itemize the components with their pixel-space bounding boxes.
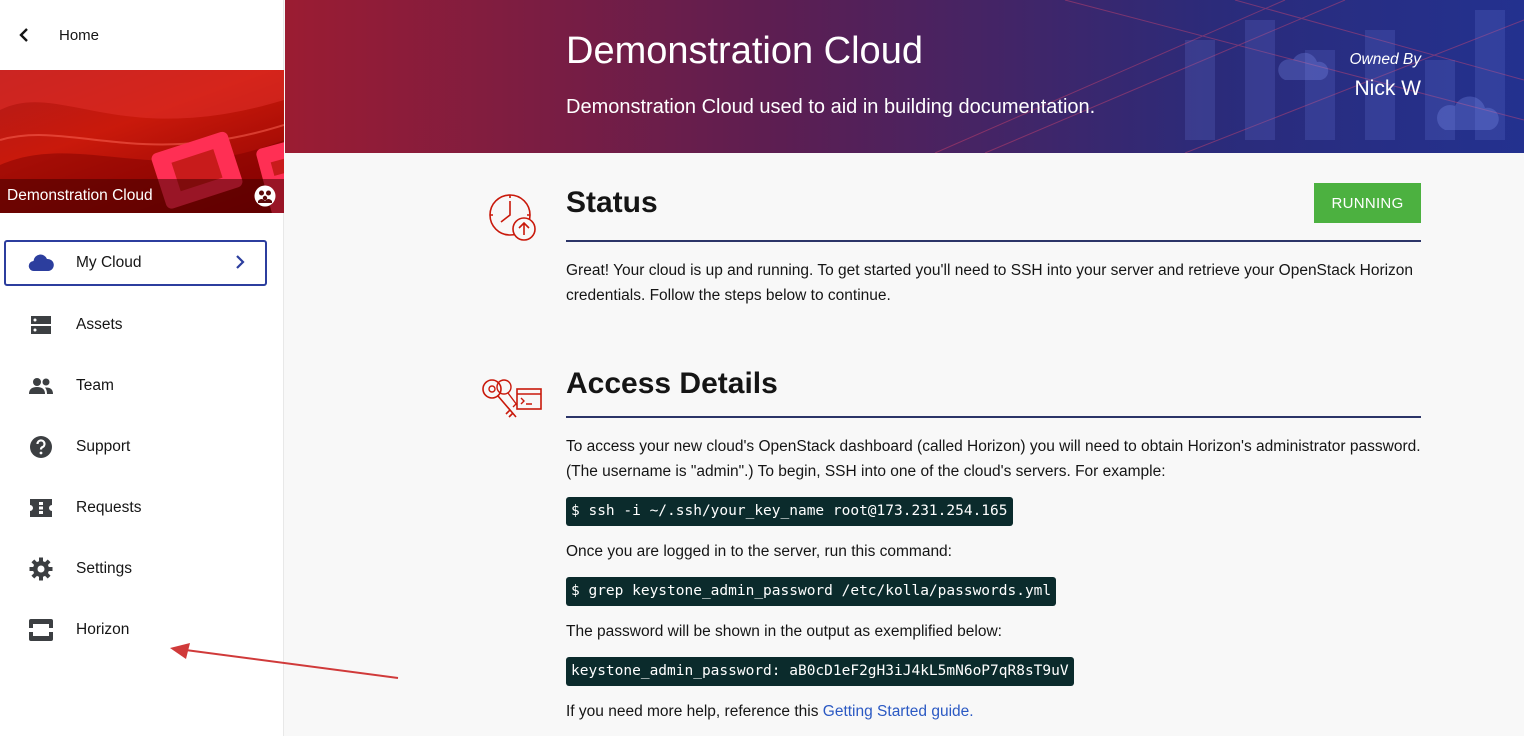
step2-text: Once you are logged in to the server, ru… (566, 543, 952, 560)
access-intro: To access your new cloud's OpenStack das… (566, 438, 1421, 480)
sidebar-nav: My Cloud Assets Team Support Requests Se… (0, 240, 283, 660)
status-badge: RUNNING (1314, 183, 1421, 223)
grep-command[interactable]: $ grep keystone_admin_password /etc/koll… (566, 577, 1057, 606)
cloud-banner: Demonstration Cloud (0, 70, 284, 213)
password-example[interactable]: keystone_admin_password: aB0cD1eF2gH3iJ4… (566, 657, 1074, 686)
server-icon (28, 312, 54, 338)
sidebar-item-label: Assets (76, 315, 123, 333)
header-artwork (934, 0, 1524, 153)
step3-text: The password will be shown in the output… (566, 623, 1002, 640)
chevron-left-icon (14, 25, 34, 45)
getting-started-link[interactable]: Getting Started guide. (823, 703, 974, 720)
sidebar-item-settings[interactable]: Settings (0, 538, 283, 599)
status-divider (566, 240, 1421, 242)
cloud-header: Demonstration Cloud Demonstration Cloud … (285, 0, 1524, 153)
sidebar-item-label: Team (76, 376, 114, 394)
cloud-icon (28, 250, 54, 276)
sidebar-item-label: My Cloud (76, 254, 142, 271)
banner-title: Demonstration Cloud (7, 187, 153, 204)
cloud-title: Demonstration Cloud (566, 30, 923, 72)
cloud-subtitle: Demonstration Cloud used to aid in build… (566, 96, 1096, 118)
owner-name: Nick W (1354, 77, 1422, 100)
owned-by-label: Owned By (1349, 51, 1421, 68)
chevron-right-icon (235, 254, 245, 275)
sidebar-item-label: Requests (76, 498, 142, 516)
clock-upload-icon (486, 191, 538, 248)
horizon-icon (28, 617, 54, 643)
access-title: Access Details (566, 367, 778, 400)
gear-icon (28, 556, 54, 582)
help-circle-icon (28, 434, 54, 460)
access-divider (566, 416, 1421, 418)
people-icon (28, 373, 54, 399)
annotation-arrow (170, 643, 399, 679)
sidebar-item-my-cloud[interactable]: My Cloud (4, 240, 267, 286)
sidebar-item-team[interactable]: Team (0, 355, 283, 416)
home-link[interactable]: Home (0, 0, 283, 70)
group-icon[interactable] (254, 185, 276, 207)
status-text: Great! Your cloud is up and running. To … (566, 262, 1414, 304)
sidebar-item-support[interactable]: Support (0, 416, 283, 477)
sidebar-item-assets[interactable]: Assets (0, 294, 283, 355)
sidebar-item-label: Support (76, 437, 131, 455)
status-title: Status (566, 186, 658, 219)
sidebar: Home Demonstration Cloud My Cloud Assets… (0, 0, 284, 736)
keys-terminal-icon (480, 375, 544, 432)
home-label: Home (59, 26, 100, 44)
help-prefix: If you need more help, reference this (566, 703, 823, 720)
sidebar-item-label: Settings (76, 559, 133, 577)
sidebar-item-label: Horizon (76, 620, 130, 638)
help-text: If you need more help, reference this Ge… (566, 699, 1426, 724)
ticket-icon (28, 495, 54, 521)
sidebar-item-requests[interactable]: Requests (0, 477, 283, 538)
ssh-command[interactable]: $ ssh -i ~/.ssh/your_key_name root@173.2… (566, 497, 1013, 526)
banner-caption: Demonstration Cloud (0, 179, 284, 213)
